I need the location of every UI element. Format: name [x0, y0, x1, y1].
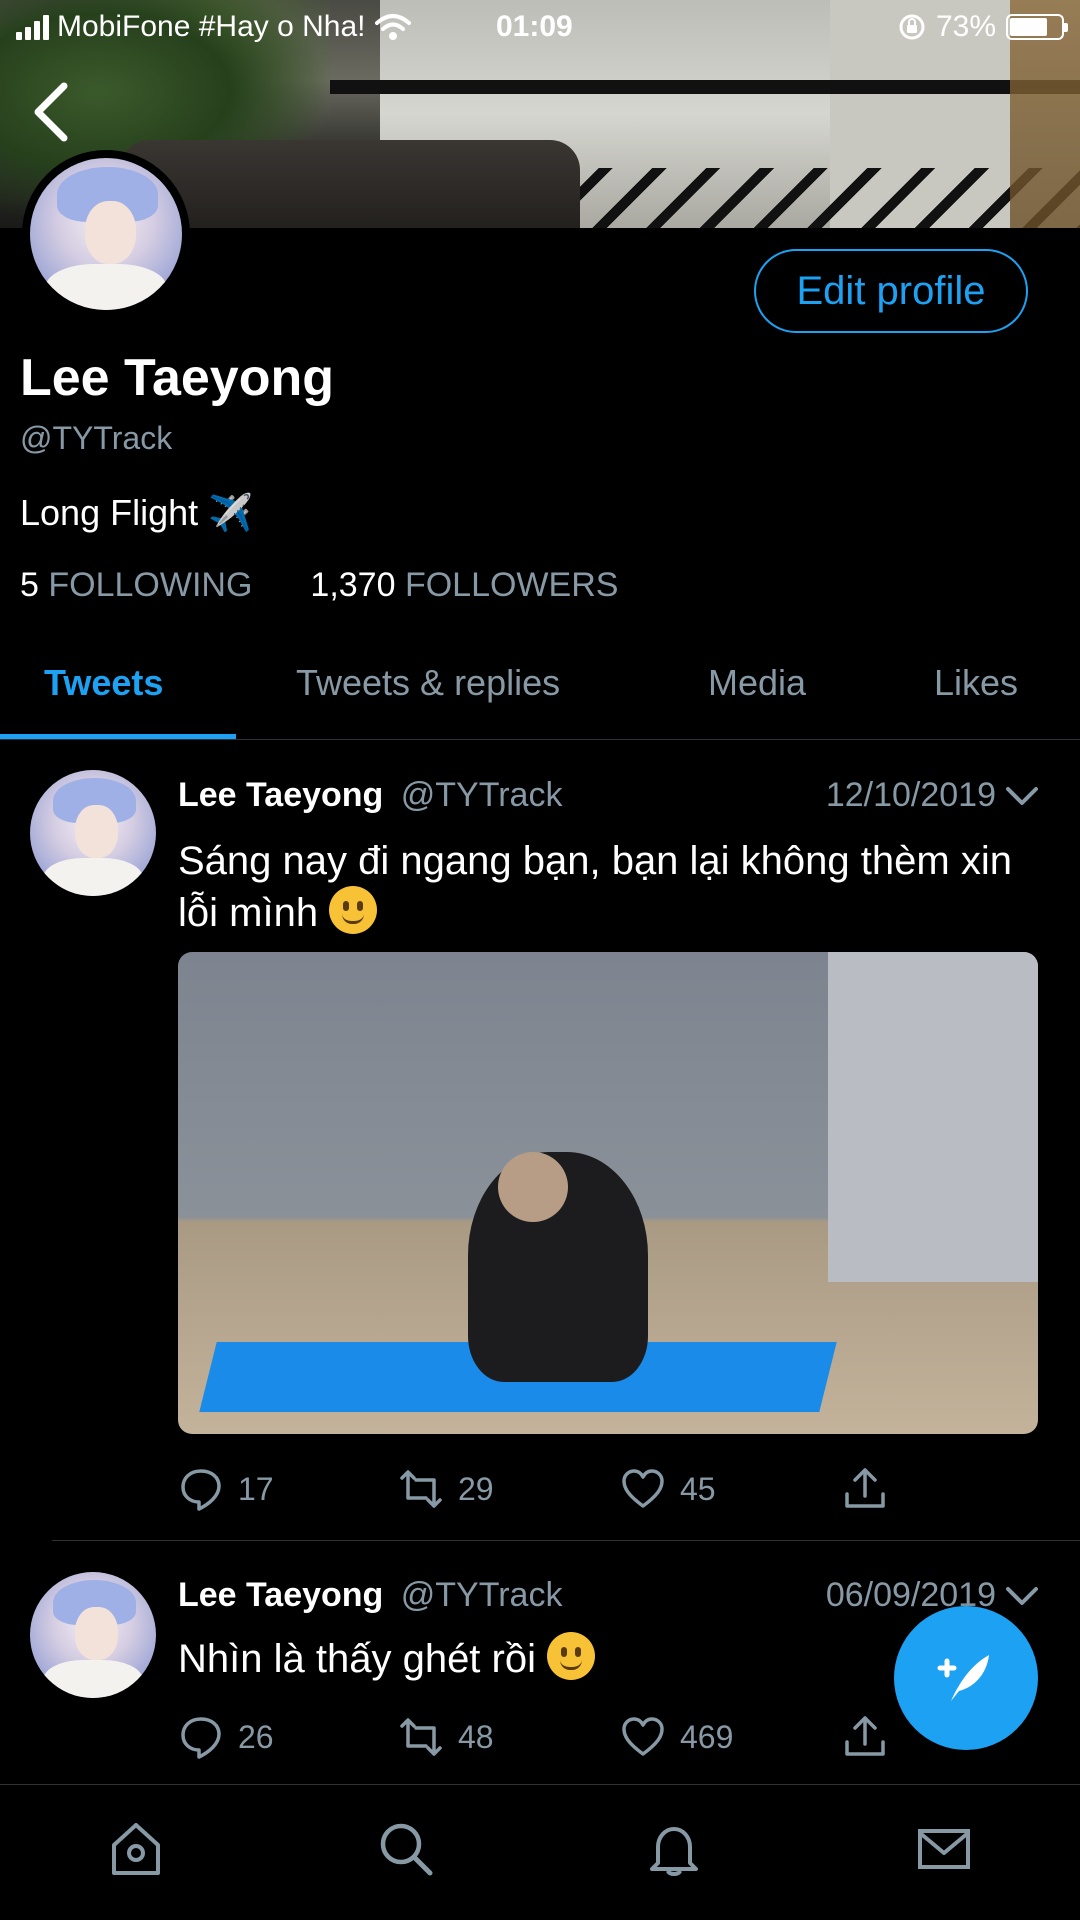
- clock: 01:09: [496, 10, 573, 43]
- profile-handle: @TYTrack: [20, 420, 173, 456]
- following-link[interactable]: 5 FOLLOWING: [20, 566, 252, 605]
- reply-count: 17: [238, 1470, 274, 1507]
- chevron-down-icon[interactable]: [1004, 1584, 1040, 1608]
- mail-icon[interactable]: [914, 1819, 974, 1879]
- tab-tweets[interactable]: Tweets: [44, 662, 163, 704]
- following-count: 5: [20, 566, 39, 604]
- profile-tabs: Tweets Tweets & replies Media Likes: [0, 640, 1080, 740]
- search-icon[interactable]: [376, 1819, 436, 1879]
- following-label: FOLLOWING: [48, 566, 253, 604]
- compose-tweet-icon: [937, 1655, 989, 1701]
- tab-media[interactable]: Media: [708, 662, 806, 704]
- tweet-date: 12/10/2019: [825, 776, 996, 814]
- share-icon: [845, 1716, 885, 1756]
- reply-icon: [181, 1717, 221, 1759]
- wifi-icon: [374, 14, 411, 40]
- share-icon: [845, 1468, 885, 1508]
- heart-icon: [622, 1717, 664, 1756]
- tweet-author-name: Lee Taeyong: [178, 776, 384, 814]
- like-button[interactable]: 469: [620, 1714, 733, 1760]
- battery-icon: [1006, 14, 1068, 40]
- tweet-actions: 17 29 45: [178, 1466, 898, 1526]
- tweet-actions: 26 48 469: [178, 1714, 898, 1774]
- tweet-text: Nhìn là thấy ghét rồi: [178, 1637, 536, 1681]
- bottom-nav: [0, 1784, 1080, 1920]
- tweet-media-image[interactable]: [178, 952, 1038, 1434]
- retweet-count: 48: [458, 1718, 494, 1755]
- tab-likes[interactable]: Likes: [934, 662, 1018, 704]
- carrier-label: MobiFone #Hay o Nha!: [57, 10, 366, 43]
- retweet-count: 29: [458, 1470, 494, 1507]
- edit-profile-button[interactable]: Edit profile: [754, 249, 1028, 333]
- battery-percent: 73%: [935, 10, 996, 43]
- tweet-avatar[interactable]: [30, 770, 156, 896]
- like-button[interactable]: 45: [620, 1466, 716, 1512]
- retweet-icon: [400, 1470, 442, 1508]
- profile-bio: Long Flight ✈️: [20, 492, 253, 533]
- slight-smile-emoji-icon: [329, 886, 378, 934]
- retweet-button[interactable]: 29: [398, 1466, 494, 1512]
- compose-tweet-button[interactable]: [894, 1606, 1038, 1750]
- bell-icon[interactable]: [644, 1819, 704, 1879]
- reply-icon: [181, 1469, 221, 1511]
- followers-link[interactable]: 1,370 FOLLOWERS: [310, 566, 618, 605]
- status-bar: MobiFone #Hay o Nha! 01:09 73%: [0, 0, 1080, 54]
- tab-tweets-replies[interactable]: Tweets & replies: [296, 662, 560, 704]
- reply-button[interactable]: 26: [178, 1714, 274, 1760]
- chevron-down-icon[interactable]: [1004, 784, 1040, 808]
- like-count: 469: [680, 1718, 734, 1755]
- heart-icon: [622, 1469, 664, 1508]
- signal-icon: [16, 14, 49, 40]
- retweet-button[interactable]: 48: [398, 1714, 494, 1760]
- share-button[interactable]: [842, 1714, 888, 1760]
- active-tab-indicator: [0, 734, 236, 739]
- orientation-lock-icon: [899, 14, 925, 40]
- share-button[interactable]: [842, 1466, 888, 1512]
- tweet-author-name: Lee Taeyong: [178, 1576, 384, 1614]
- chevron-left-icon[interactable]: [28, 80, 76, 144]
- slight-smile-emoji-icon: [547, 1632, 596, 1680]
- follow-counts: 5 FOLLOWING 1,370 FOLLOWERS: [20, 566, 618, 605]
- retweet-icon: [400, 1718, 442, 1756]
- tweet-avatar[interactable]: [30, 1572, 156, 1698]
- tweet-divider: [52, 1540, 1080, 1541]
- home-icon[interactable]: [106, 1819, 166, 1879]
- tweet-author-handle: @TYTrack: [400, 1576, 563, 1614]
- like-count: 45: [680, 1470, 716, 1507]
- profile-avatar[interactable]: [22, 150, 190, 318]
- tweet-author-handle: @TYTrack: [400, 776, 563, 814]
- followers-label: FOLLOWERS: [404, 566, 619, 604]
- profile-name: Lee Taeyong: [20, 349, 335, 407]
- reply-count: 26: [238, 1718, 274, 1755]
- tweet-text: Sáng nay đi ngang bạn, bạn lại không thè…: [178, 839, 1012, 935]
- followers-count: 1,370: [310, 566, 396, 604]
- reply-button[interactable]: 17: [178, 1466, 274, 1512]
